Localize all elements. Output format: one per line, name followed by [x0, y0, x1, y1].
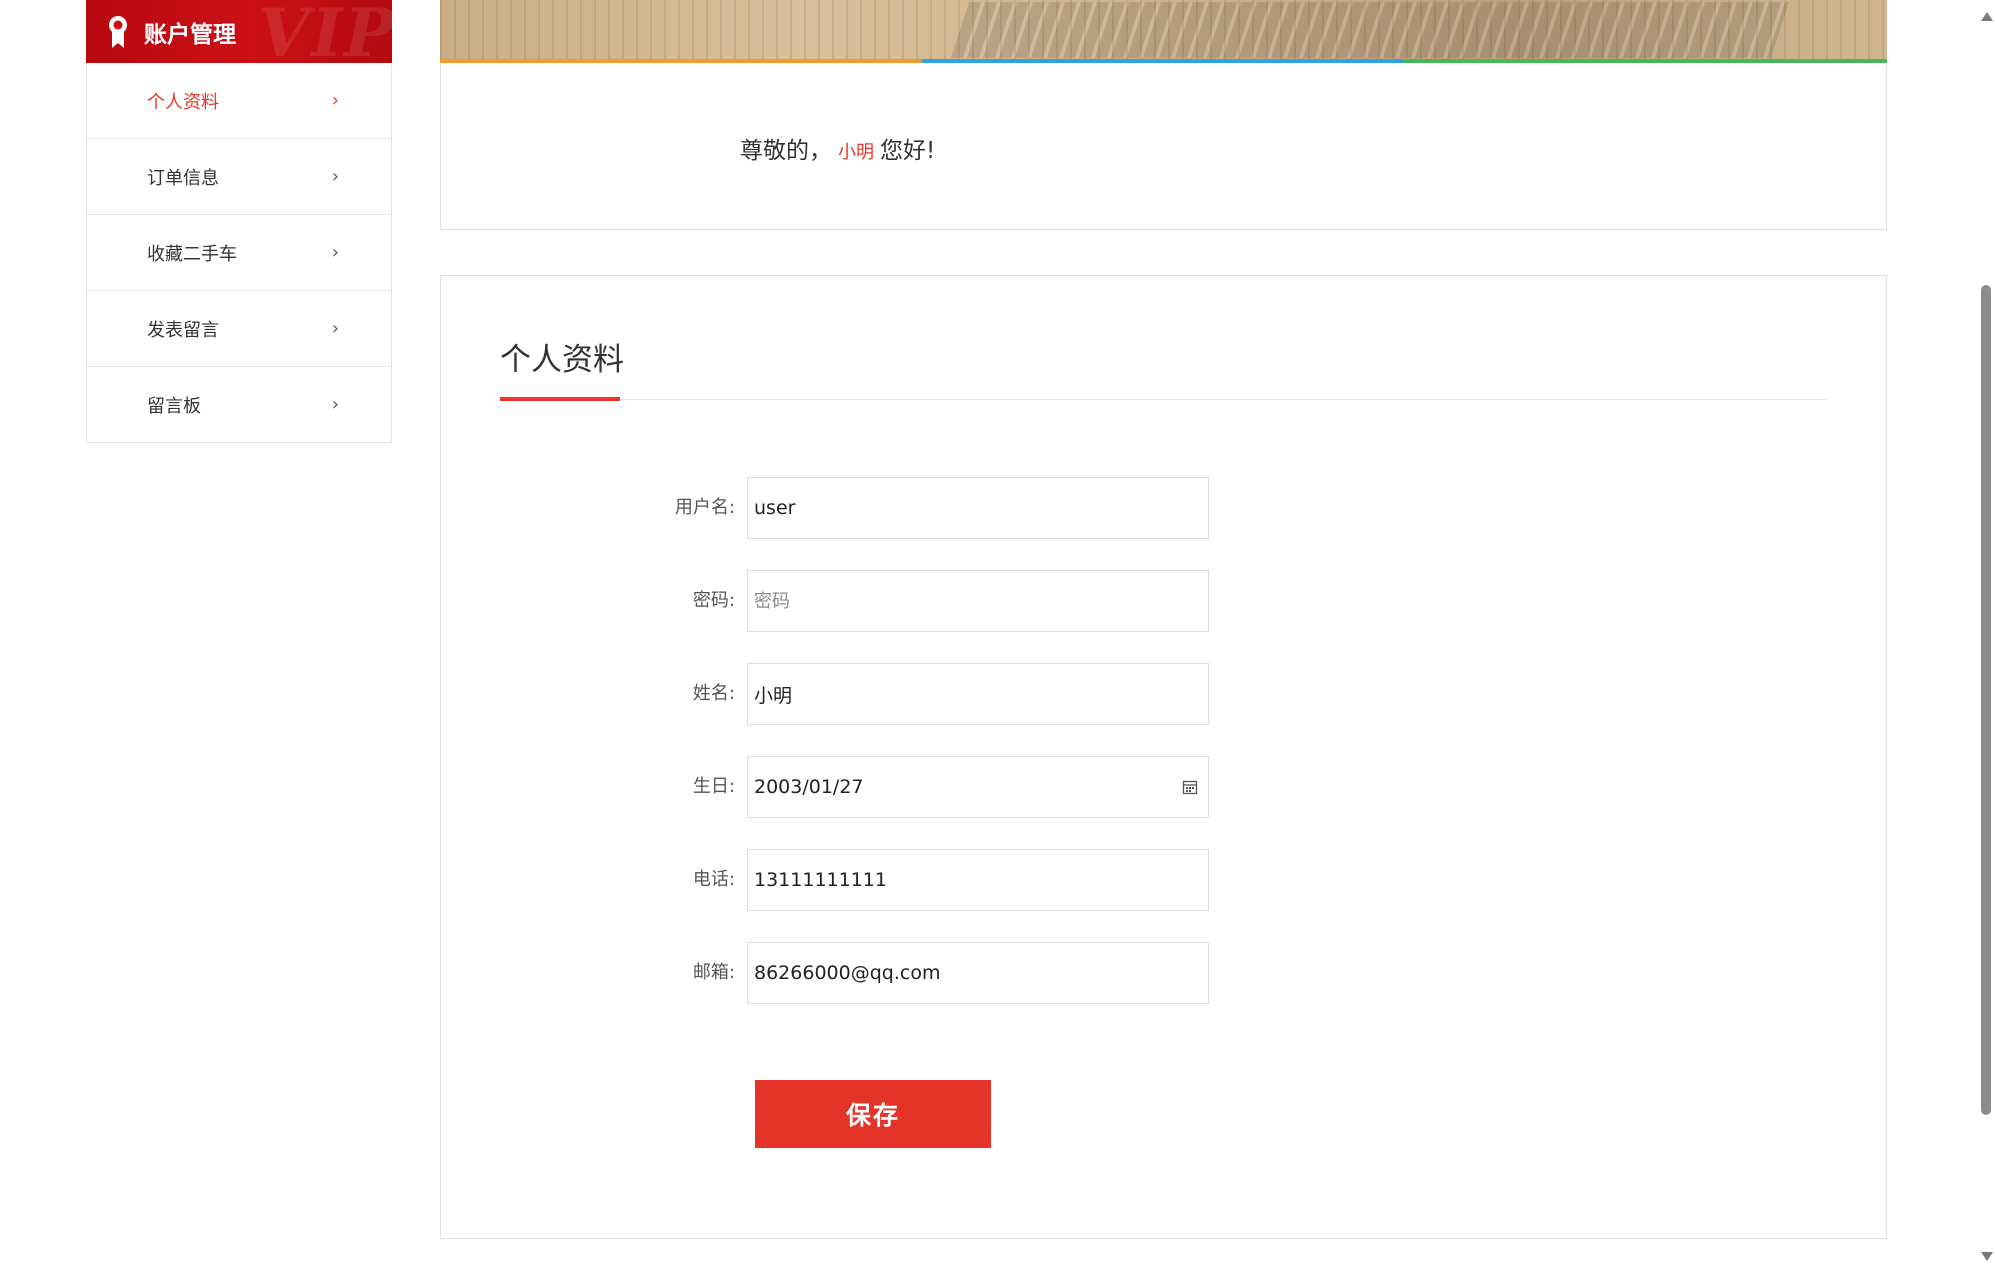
sidebar-item-label: 订单信息 — [147, 167, 219, 189]
sidebar-item-label: 收藏二手车 — [147, 243, 237, 265]
account-sidebar: VIP 账户管理 个人资料 › 订单信息 › 收藏二手车 › 发表留言 › 留言 — [86, 0, 392, 443]
sidebar-item-label: 留言板 — [147, 395, 201, 417]
email-field-box — [747, 942, 1209, 1004]
chevron-right-icon: › — [331, 166, 339, 187]
password-field-box — [747, 570, 1209, 632]
form-row-name: 姓名: — [441, 663, 1441, 725]
greeting-text: 尊敬的， 小明 您好! — [740, 131, 935, 165]
sidebar-item-favorites[interactable]: 收藏二手车 › — [87, 214, 391, 290]
vip-watermark: VIP — [258, 0, 392, 63]
profile-panel: 个人资料 用户名: 密码: 姓名: 生日: — [440, 275, 1887, 1239]
birthday-label: 生日: — [692, 776, 735, 797]
username-label: 用户名: — [674, 497, 735, 518]
name-field-box — [747, 663, 1209, 725]
birthday-field-box — [747, 756, 1209, 818]
email-input[interactable] — [748, 943, 1208, 1003]
sidebar-item-profile[interactable]: 个人资料 › — [87, 63, 391, 138]
sidebar-title: 账户管理 — [144, 21, 236, 48]
chevron-right-icon: › — [331, 242, 339, 263]
password-label: 密码: — [692, 590, 735, 611]
form-row-phone: 电话: — [441, 849, 1441, 911]
sidebar-menu: 个人资料 › 订单信息 › 收藏二手车 › 发表留言 › 留言板 › — [86, 63, 392, 443]
name-input[interactable] — [748, 664, 1208, 724]
sidebar-item-label: 发表留言 — [147, 319, 219, 341]
save-button[interactable]: 保存 — [755, 1080, 991, 1148]
greeting-prefix: 尊敬的， — [740, 138, 832, 164]
phone-input[interactable] — [748, 850, 1208, 910]
sidebar-item-orders[interactable]: 订单信息 › — [87, 138, 391, 214]
form-row-username: 用户名: — [441, 477, 1441, 539]
email-label: 邮箱: — [692, 962, 735, 983]
scrollbar[interactable] — [1977, 0, 1995, 1273]
sidebar-item-label: 个人资料 — [147, 91, 219, 113]
form-row-birthday: 生日: — [441, 756, 1441, 818]
page-title: 个人资料 — [500, 342, 624, 378]
divider — [500, 399, 1827, 400]
medal-icon — [106, 14, 130, 50]
calendar-icon[interactable] — [1182, 779, 1198, 795]
chevron-right-icon: › — [331, 90, 339, 111]
username-input[interactable] — [748, 478, 1208, 538]
chevron-right-icon: › — [331, 318, 339, 339]
sidebar-header: VIP 账户管理 — [86, 0, 392, 63]
form-row-email: 邮箱: — [441, 942, 1441, 1004]
password-input[interactable] — [748, 571, 1208, 631]
phone-field-box — [747, 849, 1209, 911]
header-banner-image — [440, 0, 1887, 63]
birthday-input[interactable] — [748, 757, 1208, 817]
greeting-username: 小明 — [838, 142, 874, 163]
scroll-up-arrow-icon[interactable] — [1981, 12, 1993, 21]
greeting-box: 尊敬的， 小明 您好! — [440, 63, 1887, 230]
title-underline — [500, 397, 620, 401]
scrollbar-thumb[interactable] — [1981, 285, 1991, 1115]
greeting-suffix: 您好! — [880, 138, 936, 164]
chevron-right-icon: › — [331, 394, 339, 415]
username-field-box — [747, 477, 1209, 539]
scroll-down-arrow-icon[interactable] — [1981, 1252, 1993, 1261]
phone-label: 电话: — [692, 869, 735, 890]
form-row-password: 密码: — [441, 570, 1441, 632]
sidebar-item-message-board[interactable]: 留言板 › — [87, 366, 391, 442]
keyboard-image — [950, 2, 1790, 58]
name-label: 姓名: — [692, 683, 735, 704]
sidebar-item-post-message[interactable]: 发表留言 › — [87, 290, 391, 366]
